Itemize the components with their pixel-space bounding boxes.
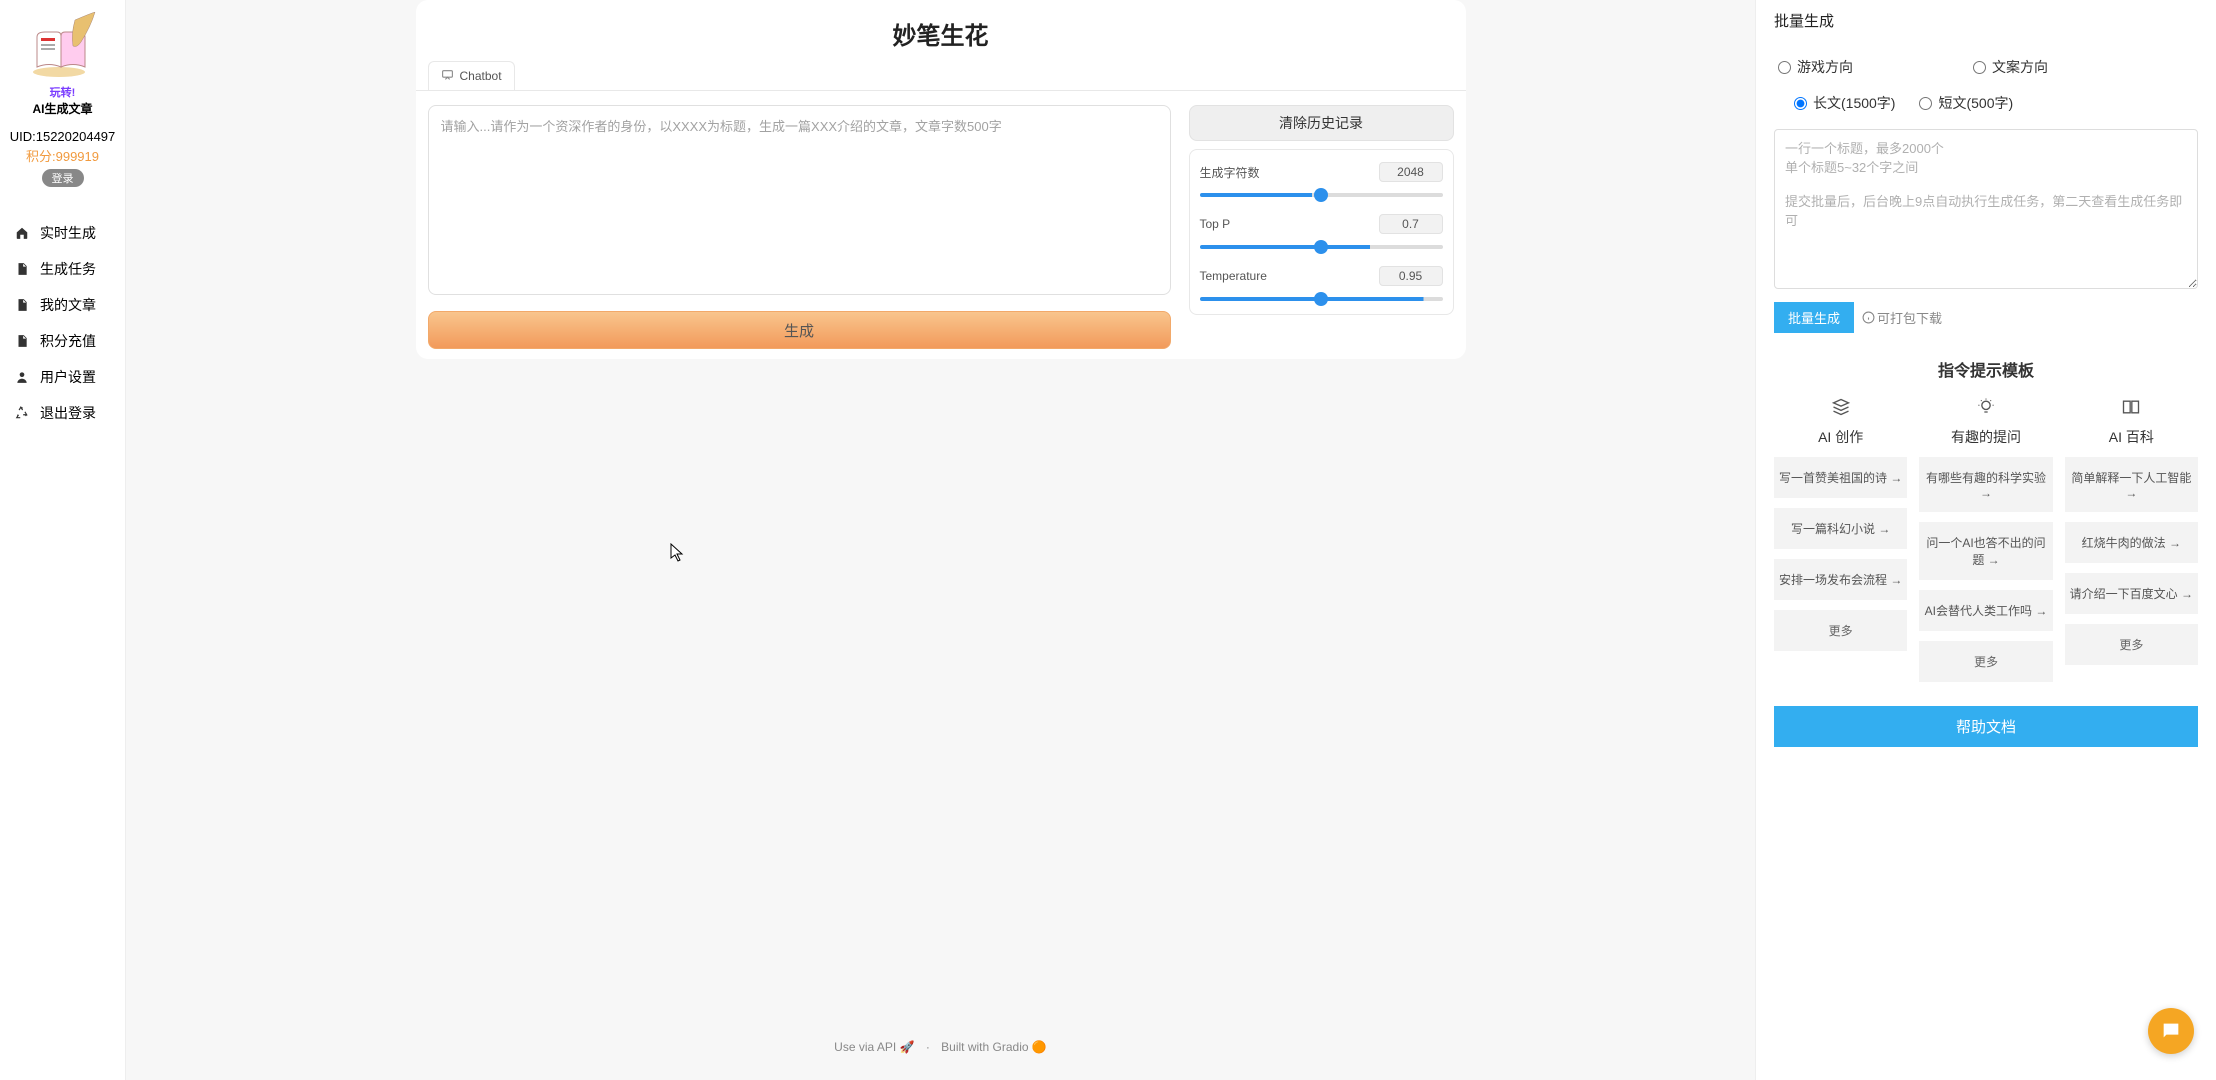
pack-hint-text: 可打包下载 [1877,308,1942,327]
right-panel: 批量生成 游戏方向 文案方向 长文(1500字) 短文(500字) 批量生成 可… [1756,0,2216,1080]
top-p-slider[interactable] [1200,245,1443,249]
template-item-2-3[interactable]: 更多 [2065,624,2198,665]
radio-copy-label: 文案方向 [1992,57,2048,77]
radio-short-label: 短文(500字) [1938,93,2013,113]
temperature-slider[interactable] [1200,297,1443,301]
use-via-api-link[interactable]: Use via API [834,1040,896,1054]
temperature-value: 0.95 [1379,266,1443,286]
template-item-2-1[interactable]: 红烧牛肉的做法 → [2065,522,2198,563]
nav-item-2[interactable]: 我的文章 [8,287,125,323]
char-count-slider[interactable] [1200,193,1443,197]
prompt-input[interactable] [428,105,1171,295]
template-item-0-1[interactable]: 写一篇科幻小说 → [1774,508,1907,549]
tabs: Chatbot [416,61,1466,91]
template-item-0-0[interactable]: 写一首赞美祖国的诗 → [1774,457,1907,498]
help-doc-button[interactable]: 帮助文档 [1774,706,2198,747]
template-item-0-3[interactable]: 更多 [1774,610,1907,651]
template-grid: AI 创作写一首赞美祖国的诗 →写一篇科幻小说 →安排一场发布会流程 →更多有趣… [1774,395,2198,692]
template-head: AI 创作 [1818,427,1863,447]
template-column-1: 有趣的提问有哪些有趣的科学实验 → 问一个AI也答不出的问题 → AI会替代人类工作… [1919,395,2052,692]
batch-title: 批量生成 [1774,10,2198,31]
login-button[interactable]: 登录 [42,169,84,187]
nav-item-3[interactable]: 积分充值 [8,323,125,359]
brand: 玩转! AI生成文章 [32,84,92,117]
brand-line1: 玩转! [32,84,92,100]
temperature-label: Temperature [1200,269,1267,283]
template-item-2-2[interactable]: 请介绍一下百度文心 → [2065,573,2198,614]
top-p-label: Top P [1200,217,1231,231]
gradio-footer: Use via API 🚀 · Built with Gradio 🟠 [416,1034,1466,1060]
nav-label: 用户设置 [40,367,96,387]
nav-label: 实时生成 [40,223,96,243]
user-icon [14,369,30,385]
main-area: 妙笔生花 Chatbot 生成 清除历史记录 [125,0,1756,1080]
floating-chat-button[interactable] [2148,1008,2194,1054]
chat-bubble-icon [2160,1020,2182,1042]
template-item-1-3[interactable]: 更多 [1919,641,2052,682]
batch-generate-button[interactable]: 批量生成 [1774,302,1854,333]
radio-game-direction[interactable]: 游戏方向 [1778,57,1853,77]
radio-long-label: 长文(1500字) [1813,93,1895,113]
nav-item-5[interactable]: 退出登录 [8,395,125,431]
file-icon [14,261,30,277]
built-with-gradio: Built with Gradio [941,1040,1028,1054]
file-icon [14,333,30,349]
nav-item-0[interactable]: 实时生成 [8,215,125,251]
top-p-value: 0.7 [1379,214,1443,234]
char-count-value: 2048 [1379,162,1443,182]
template-head: AI 百科 [2109,427,2154,447]
stack-icon [1831,395,1851,419]
bulb-icon [1976,395,1996,419]
gradio-icon: 🟠 [1032,1040,1047,1054]
template-head: 有趣的提问 [1951,427,2021,447]
home-icon [14,225,30,241]
page-title: 妙笔生花 [416,0,1466,61]
info-icon [1862,311,1875,324]
sidebar: 玩转! AI生成文章 UID:15220204497 积分:999919 登录 … [0,0,125,1080]
radio-short-text[interactable]: 短文(500字) [1919,93,2013,113]
template-item-1-2[interactable]: AI会替代人类工作吗 → [1919,590,2052,631]
template-item-2-0[interactable]: 简单解释一下人工智能 → [2065,457,2198,512]
template-column-0: AI 创作写一首赞美祖国的诗 → 写一篇科幻小说 → 安排一场发布会流程 → 更多 [1774,395,1907,661]
tab-label: Chatbot [460,69,502,83]
template-title: 指令提示模板 [1774,357,2198,381]
template-column-2: AI 百科简单解释一下人工智能 → 红烧牛肉的做法 → 请介绍一下百度文心 → 更多 [2065,395,2198,675]
radio-game-label: 游戏方向 [1797,57,1853,77]
tab-chatbot[interactable]: Chatbot [428,61,515,90]
nav-item-4[interactable]: 用户设置 [8,359,125,395]
pack-download-hint: 可打包下载 [1862,308,1942,327]
params-box: 生成字符数 2048 Top P 0.7 Temperature [1189,149,1454,315]
points-label: 积分:999919 [26,146,99,165]
file-icon [14,297,30,313]
logo [23,8,103,88]
rocket-icon: 🚀 [900,1040,915,1054]
clear-history-button[interactable]: 清除历史记录 [1189,105,1454,141]
template-item-1-0[interactable]: 有哪些有趣的科学实验 → [1919,457,2052,512]
nav-label: 积分充值 [40,331,96,351]
template-item-1-1[interactable]: 问一个AI也答不出的问题 → [1919,522,2052,580]
nav-item-1[interactable]: 生成任务 [8,251,125,287]
brand-line2: AI生成文章 [32,100,92,117]
radio-copy-direction[interactable]: 文案方向 [1973,57,2048,77]
chat-icon [441,68,454,84]
recycle-icon [14,405,30,421]
radio-long-text[interactable]: 长文(1500字) [1794,93,1895,113]
nav-label: 退出登录 [40,403,96,423]
nav: 实时生成生成任务我的文章积分充值用户设置退出登录 [0,215,125,431]
uid-label: UID:15220204497 [10,129,116,144]
book-icon [2121,395,2141,419]
nav-label: 我的文章 [40,295,96,315]
generate-button[interactable]: 生成 [428,311,1171,349]
batch-input[interactable] [1774,129,2198,289]
char-count-label: 生成字符数 [1200,164,1260,181]
nav-label: 生成任务 [40,259,96,279]
template-item-0-2[interactable]: 安排一场发布会流程 → [1774,559,1907,600]
